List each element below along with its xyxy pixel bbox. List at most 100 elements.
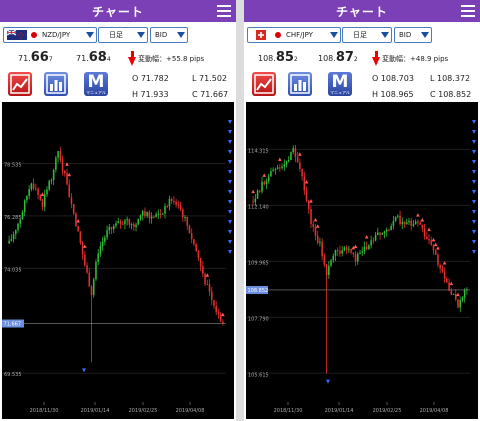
candle-body	[15, 230, 17, 235]
candle-body	[106, 230, 108, 238]
candle-body	[463, 290, 466, 298]
candle-body	[68, 184, 71, 198]
candle-body	[328, 265, 330, 275]
candle-body	[146, 211, 148, 217]
candle-body	[348, 248, 350, 250]
candle-body	[190, 233, 193, 240]
indicator-button[interactable]	[288, 72, 312, 96]
candle-body	[368, 245, 370, 250]
candle-body	[290, 151, 292, 161]
candle-body	[197, 250, 200, 258]
scroll-down-icon	[472, 150, 476, 154]
price-type-select[interactable]: BID	[150, 27, 188, 43]
candle-body	[301, 168, 303, 177]
candle-body	[454, 293, 457, 300]
candle-body	[12, 234, 15, 240]
sell-signal-icon	[251, 189, 255, 194]
scroll-down-icon	[228, 180, 232, 184]
candle-body	[17, 223, 19, 231]
candlestick-chart-svg[interactable]: 78.535 76.285 74.035 69.535 71.667 2018/11/30…	[2, 102, 234, 419]
period-select[interactable]: 日足	[98, 27, 148, 43]
chart-tools-row: M マニュアル O 71.782 L 71.502 H 71.933 C 71.…	[0, 68, 236, 102]
toolbar: NZD/JPY 日足 BID	[0, 22, 236, 46]
candle-body	[213, 299, 215, 306]
candle-body	[339, 250, 341, 254]
manual-button[interactable]: M マニュアル	[328, 72, 352, 96]
sell-signal-icon	[298, 152, 302, 156]
manual-label: マニュアル	[330, 90, 350, 95]
candle-body	[399, 215, 401, 224]
candle-body	[390, 226, 392, 230]
nz-flag-icon	[7, 30, 27, 40]
chart-panel-right: チャート CHF/JPY 日足 BID 108.852 108.872 変動幅：	[244, 0, 480, 421]
candle-body	[308, 200, 310, 210]
candle-body	[130, 224, 133, 226]
ask-price-pips: 87	[335, 50, 354, 65]
manual-m-icon: M	[331, 72, 349, 92]
candle-body	[95, 261, 97, 280]
sell-signal-icon	[433, 242, 438, 247]
period-select[interactable]: 日足	[342, 27, 392, 43]
candle-body	[128, 219, 131, 225]
candle-body	[370, 240, 372, 246]
candle-body	[450, 290, 453, 295]
candle-body	[124, 220, 126, 225]
sell-signal-icon	[315, 224, 320, 228]
manual-m-icon: M	[87, 72, 105, 92]
bar-chart-icon	[46, 74, 66, 94]
candle-body	[299, 162, 301, 169]
candle-body	[336, 250, 339, 252]
currency-pair-select[interactable]: CHF/JPY	[247, 27, 341, 43]
candle-body	[157, 213, 160, 215]
candle-body	[41, 200, 44, 207]
hamburger-menu-icon[interactable]	[217, 5, 231, 17]
candle-body	[153, 216, 155, 218]
candlestick-chart-svg[interactable]: 114.315 112.140 109.965 107.790 105.615 108.8…	[246, 102, 478, 419]
chevron-down-icon	[137, 32, 145, 38]
price-type-select[interactable]: BID	[394, 27, 432, 43]
scroll-down-icon	[472, 200, 476, 204]
candle-body	[210, 291, 213, 300]
chart-type-button[interactable]	[8, 72, 32, 96]
candle-body	[104, 237, 106, 242]
manual-label: マニュアル	[86, 90, 106, 95]
scroll-down-icon	[228, 230, 232, 234]
candle-body	[55, 157, 57, 170]
candle-body	[177, 204, 180, 206]
sell-signal-icon	[65, 162, 69, 166]
candle-body	[84, 254, 86, 266]
chart-type-button[interactable]	[252, 72, 276, 96]
candle-body	[119, 221, 122, 224]
candle-body	[272, 169, 274, 172]
candle-body	[70, 197, 73, 204]
candle-body	[97, 253, 99, 262]
candle-body	[48, 180, 50, 190]
candle-body	[133, 224, 135, 227]
change-text: 変動幅：+55.8 pips	[138, 55, 205, 63]
candle-body	[321, 241, 323, 257]
page-title: チャート	[92, 5, 144, 19]
manual-button[interactable]: M マニュアル	[84, 72, 108, 96]
candlestick-chart[interactable]: 78.535 76.285 74.035 69.535 71.667 2018/11/30…	[2, 102, 234, 419]
indicator-button[interactable]	[44, 72, 68, 96]
candle-body	[170, 198, 173, 202]
candle-body	[108, 226, 111, 231]
candle-body	[412, 224, 415, 226]
candle-body	[356, 253, 359, 262]
candle-body	[19, 219, 22, 224]
candle-body	[363, 246, 366, 252]
ask-price: 108.872	[318, 50, 358, 65]
candle-body	[385, 229, 388, 232]
ohlc-open: O 71.782	[132, 74, 169, 83]
y-tick-label: 69.535	[4, 372, 22, 378]
candle-body	[316, 235, 319, 243]
hamburger-menu-icon[interactable]	[461, 5, 475, 17]
scroll-down-icon	[472, 180, 476, 184]
currency-pair-select[interactable]: NZD/JPY	[3, 27, 97, 43]
scroll-down-icon	[228, 130, 232, 134]
scroll-down-icon	[472, 170, 476, 174]
candlestick-chart[interactable]: 114.315 112.140 109.965 107.790 105.615 108.8…	[246, 102, 478, 419]
candle-body	[314, 226, 317, 236]
candle-body	[46, 189, 48, 195]
line-chart-icon	[10, 74, 30, 94]
